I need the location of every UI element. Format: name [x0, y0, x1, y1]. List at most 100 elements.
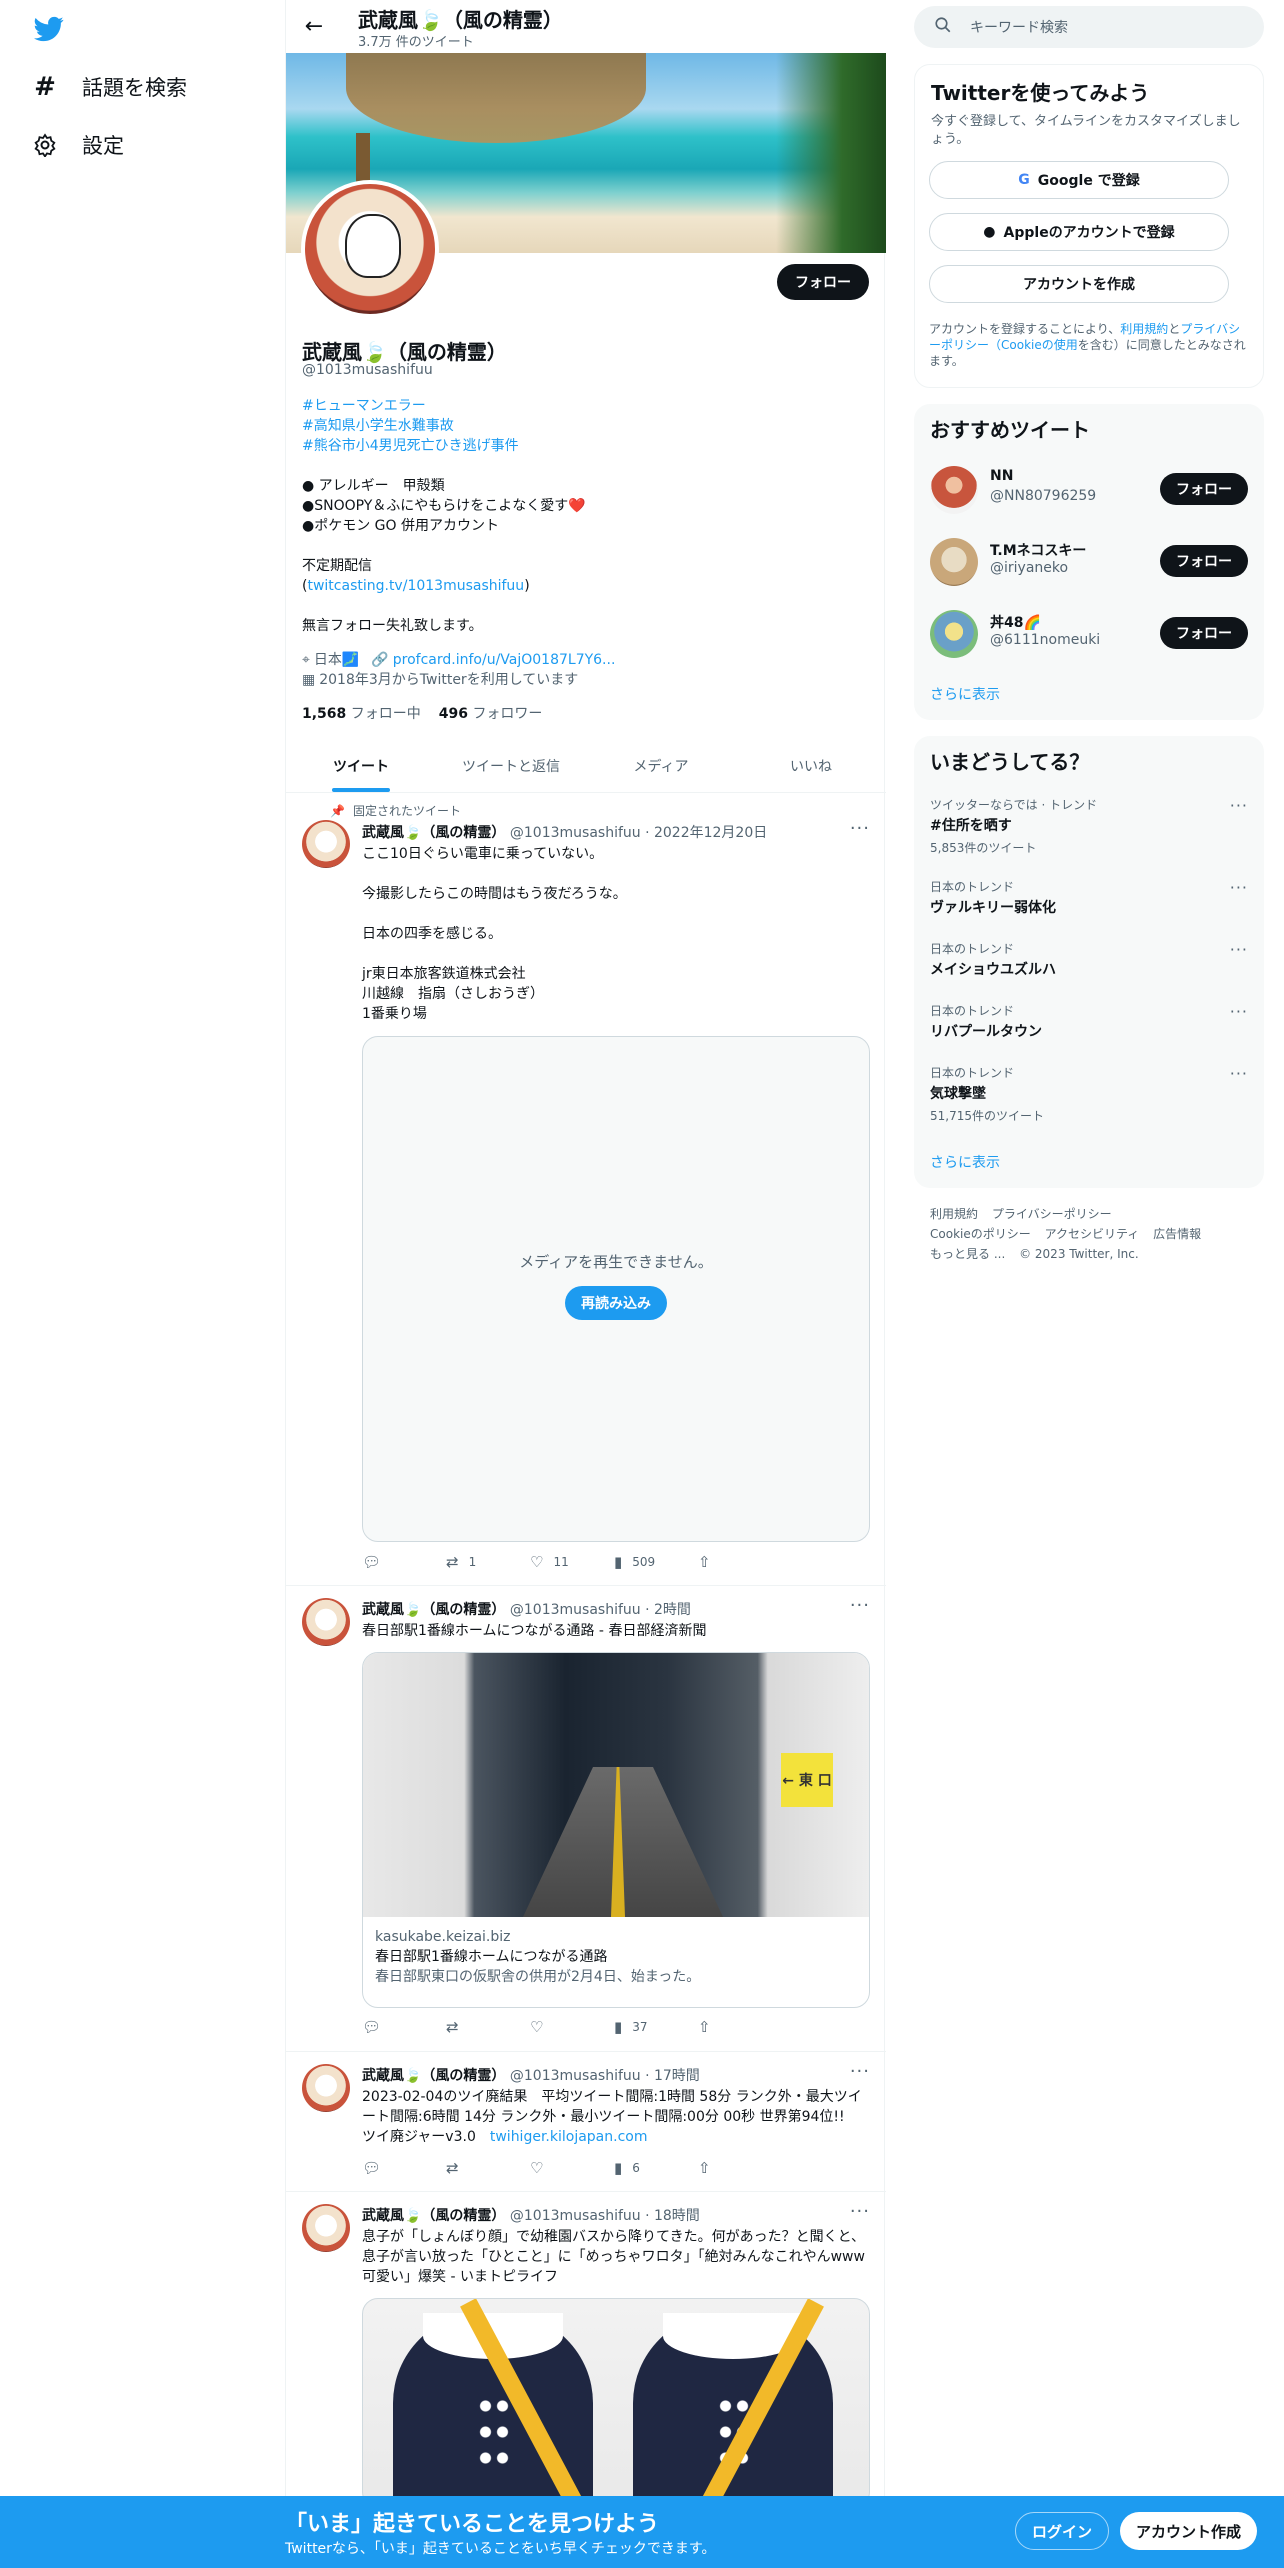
link-card[interactable]: ← 東 口 kasukabe.keizai.biz 春日部駅1番線ホームにつなが… — [362, 1652, 870, 2008]
follow-button[interactable]: フォロー — [1160, 473, 1248, 505]
gear-icon — [30, 130, 60, 160]
reply-icon: 💬︎ — [362, 1553, 382, 1571]
tweet-avatar[interactable] — [302, 2064, 350, 2112]
reload-button[interactable]: 再読み込み — [565, 1286, 667, 1320]
media-player[interactable]: メディアを再生できません。 再読み込み — [362, 1036, 870, 1542]
more-icon[interactable]: ··· — [1230, 940, 1248, 959]
footer-link[interactable]: 広告情報 — [1153, 1227, 1201, 1241]
reply-button[interactable]: 💬︎ — [362, 1553, 446, 1571]
more-icon[interactable]: ··· — [1230, 796, 1248, 815]
views-icon: ▮ — [614, 1553, 623, 1571]
hashtag-link[interactable]: #高知県小学生水難事故 — [302, 416, 862, 436]
footer-link[interactable]: Cookieのポリシー — [930, 1227, 1031, 1241]
trend-item[interactable]: 日本のトレンド ヴァルキリー弱体化 ··· — [930, 878, 1248, 917]
nav-settings-label: 設定 — [82, 134, 124, 158]
trend-item[interactable]: 日本のトレンド リバプールタウン ··· — [930, 1002, 1248, 1041]
views-button[interactable]: ▮ 37 — [614, 2018, 698, 2036]
followers-link[interactable]: 496 フォロワー — [439, 703, 543, 723]
show-more-link[interactable]: さらに表示 — [930, 1152, 1000, 1172]
more-icon[interactable]: ··· — [1230, 1002, 1248, 1021]
tweet-avatar[interactable] — [302, 820, 350, 868]
tweet[interactable]: 武蔵風🍃（風の精霊） @1013musashifuu · 17時間 ··· 20… — [286, 2052, 886, 2192]
share-icon: ⇧ — [698, 2018, 711, 2036]
share-button[interactable]: ⇧ — [698, 2018, 782, 2036]
trend-item[interactable]: 日本のトレンド メイショウユズルハ ··· — [930, 940, 1248, 979]
views-button[interactable]: ▮ 509 — [614, 1553, 698, 1571]
follow-button[interactable]: フォロー — [1160, 545, 1248, 577]
more-icon[interactable]: ··· — [850, 2201, 870, 2222]
retweet-button[interactable]: ⇄ — [446, 2018, 530, 2036]
avatar[interactable] — [930, 610, 978, 658]
tweet-header: 武蔵風🍃（風の精霊） @1013musashifuu · 2022年12月20日 — [362, 825, 768, 841]
footer-link[interactable]: アクセシビリティ — [1045, 1227, 1140, 1241]
more-icon[interactable]: ··· — [850, 2061, 870, 2082]
recommend-user[interactable]: NN @NN80796259 フォロー — [930, 462, 1248, 516]
recommend-user[interactable]: T.Mネコスキー @iriyaneko フォロー — [930, 534, 1248, 588]
following-link[interactable]: 1,568 フォロー中 — [302, 703, 421, 723]
trend-item[interactable]: ツイッターならでは · トレンド #住所を晒す 5,853件のツイート ··· — [930, 796, 1248, 856]
tweet[interactable]: 武蔵風🍃（風の精霊） @1013musashifuu · 18時間 ··· 息子… — [286, 2192, 886, 2508]
bio-stream-label: 不定期配信 — [302, 558, 372, 574]
follow-stats: 1,568 フォロー中 496 フォロワー — [302, 703, 542, 723]
like-button[interactable]: ♡ 11 — [530, 1553, 614, 1571]
signup-button[interactable]: アカウント作成 — [1120, 2512, 1258, 2550]
hashtag-link[interactable]: #熊谷市小4男児死亡ひき逃げ事件 — [302, 436, 862, 456]
search-input[interactable]: キーワード検索 — [914, 6, 1264, 48]
tab-replies[interactable]: ツイートと返信 — [436, 740, 586, 792]
tweet-avatar[interactable] — [302, 2204, 350, 2252]
more-icon[interactable]: ··· — [1230, 1064, 1248, 1083]
footer-link[interactable]: プライバシーポリシー — [992, 1207, 1112, 1221]
media-error-text: メディアを再生できません。 — [519, 1253, 713, 1271]
share-button[interactable]: ⇧ — [698, 1553, 782, 1571]
views-button[interactable]: ▮ 6 — [614, 2159, 698, 2177]
trend-item[interactable]: 日本のトレンド 気球撃墜 51,715件のツイート ··· — [930, 1064, 1248, 1124]
avatar[interactable] — [930, 466, 978, 514]
reply-button[interactable]: 💬︎ — [362, 2018, 446, 2036]
stream-link[interactable]: twitcasting.tv/1013musashifuu — [307, 578, 524, 594]
hashtag-link[interactable]: #ヒューマンエラー — [302, 396, 862, 416]
recommend-user[interactable]: 丼48🌈 @6111nomeuki フォロー — [930, 606, 1248, 660]
card-image: ← 東 口 — [363, 1653, 869, 1917]
retweet-button[interactable]: ⇄ — [446, 2159, 530, 2177]
apple-signup-button[interactable]: ● Appleのアカウントで登録 — [929, 213, 1229, 251]
google-signup-button[interactable]: G Google で登録 — [929, 161, 1229, 199]
twitter-bird-icon[interactable] — [32, 14, 66, 44]
nav-explore[interactable]: # 話題を検索 — [30, 67, 187, 107]
tweet-text: ここ10日ぐらい電車に乗っていない。 今撮影したらこの時間はもう夜だろうな。 日… — [362, 846, 627, 1022]
login-button[interactable]: ログイン — [1015, 2512, 1110, 2550]
tweet-text: 春日部駅1番線ホームにつながる通路 - 春日部経済新聞 — [362, 1623, 707, 1639]
create-account-button[interactable]: アカウントを作成 — [929, 265, 1229, 303]
reply-button[interactable]: 💬︎ — [362, 2159, 446, 2177]
more-icon[interactable]: ··· — [850, 818, 870, 839]
tweet-pinned[interactable]: 📌 固定されたツイート 武蔵風🍃（風の精霊） @1013musashifuu · … — [286, 794, 886, 1586]
profile-avatar[interactable] — [301, 180, 439, 318]
back-arrow-icon[interactable]: ← — [296, 8, 332, 44]
apple-icon: ● — [983, 224, 996, 240]
terms-link[interactable]: 利用規約 — [1120, 322, 1168, 336]
search-placeholder: キーワード検索 — [970, 20, 1068, 36]
tweet-text: 2023-02-04のツイ廃結果 平均ツイート間隔:1時間 58分 ランク外・最… — [362, 2089, 862, 2145]
share-button[interactable]: ⇧ — [698, 2159, 782, 2177]
show-more-link[interactable]: さらに表示 — [930, 684, 1000, 704]
footer-more-link[interactable]: もっと見る ... — [930, 1247, 1005, 1261]
retweet-button[interactable]: ⇄ 1 — [446, 1553, 530, 1571]
more-icon[interactable]: ··· — [1230, 878, 1248, 897]
like-button[interactable]: ♡ — [530, 2159, 614, 2177]
google-icon: G — [1018, 172, 1030, 188]
tweet[interactable]: 武蔵風🍃（風の精霊） @1013musashifuu · 2時間 ··· 春日部… — [286, 1586, 886, 2052]
tweet-link[interactable]: twihiger.kilojapan.com — [490, 2129, 648, 2145]
more-icon[interactable]: ··· — [850, 1595, 870, 1616]
like-button[interactable]: ♡ — [530, 2018, 614, 2036]
tweet-avatar[interactable] — [302, 1598, 350, 1646]
tab-media[interactable]: メディア — [586, 740, 736, 792]
avatar[interactable] — [930, 538, 978, 586]
follow-button[interactable]: フォロー — [777, 264, 869, 300]
footer-link[interactable]: 利用規約 — [930, 1207, 978, 1221]
tweet-photo[interactable] — [362, 2298, 870, 2508]
nav-settings[interactable]: 設定 — [30, 125, 124, 165]
bottom-bar-title: 「いま」起きていることを見つけよう — [285, 2512, 660, 2537]
tab-tweets[interactable]: ツイート — [286, 740, 436, 792]
follow-button[interactable]: フォロー — [1160, 617, 1248, 649]
tab-likes[interactable]: いいね — [736, 740, 886, 792]
website-link[interactable]: profcard.info/u/VajO0187L7Y6... — [393, 650, 616, 670]
